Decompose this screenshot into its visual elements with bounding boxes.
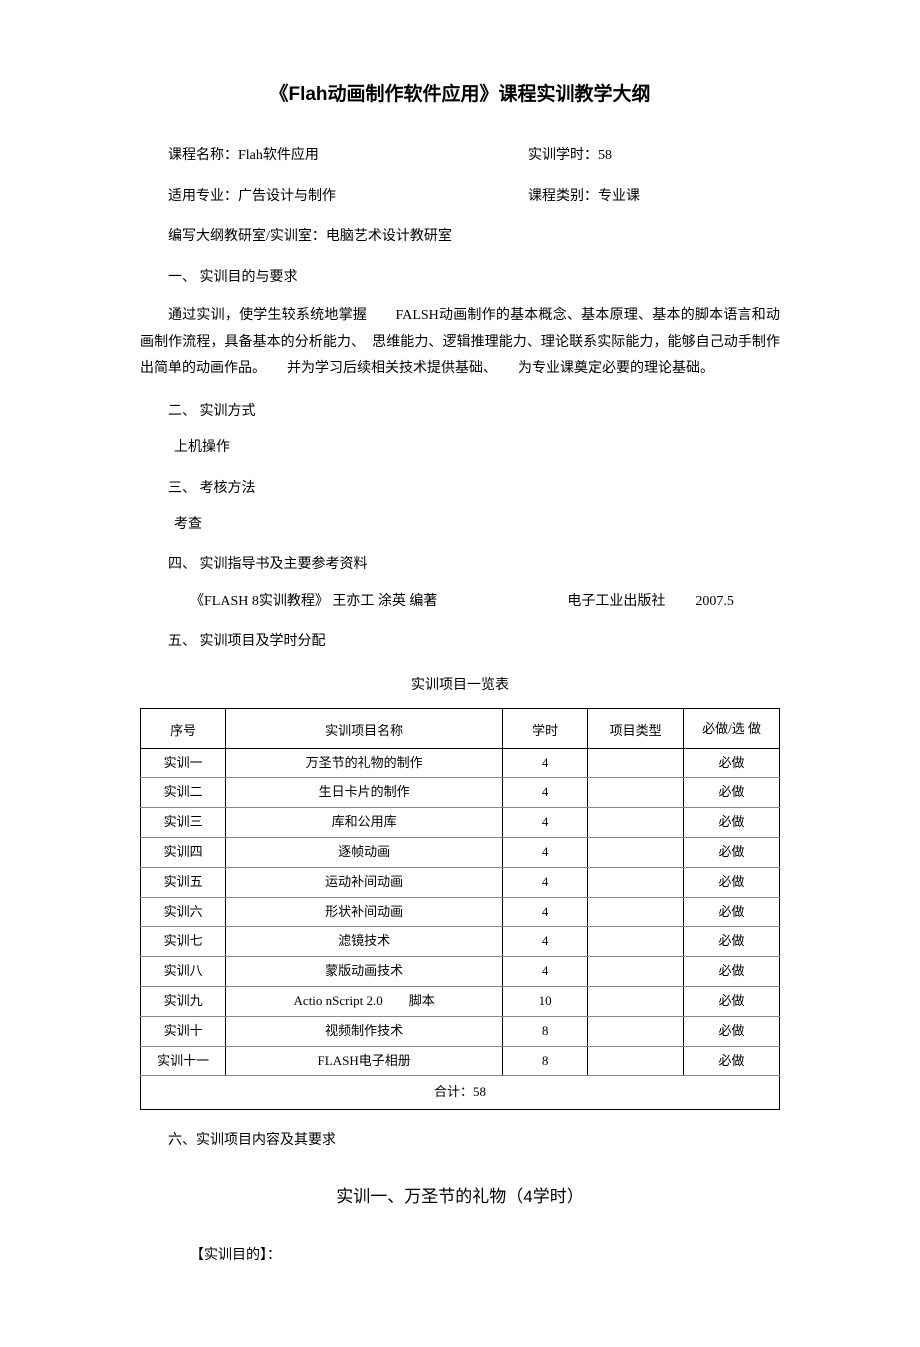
- major: 适用专业：广告设计与制作: [168, 186, 528, 208]
- table-cell: 4: [503, 778, 588, 808]
- training-hours: 实训学时：58: [528, 145, 780, 167]
- table-cell: 库和公用库: [226, 808, 503, 838]
- table-cell: [588, 957, 684, 987]
- table-cell: [588, 1016, 684, 1046]
- table-header-row: 序号 实训项目名称 学时 项目类型 必做/选 做: [141, 708, 780, 748]
- table-caption: 实训项目一览表: [140, 673, 780, 695]
- table-row: 实训十一FLASH电子相册8 必做: [141, 1046, 780, 1076]
- table-row: 实训三库和公用库4 必做: [141, 808, 780, 838]
- training-1-title: 实训一、万圣节的礼物（4学时）: [140, 1183, 780, 1210]
- table-row: 实训四逐帧动画4 必做: [141, 838, 780, 868]
- table-cell: 形状补间动画: [226, 897, 503, 927]
- meta-row-1: 课程名称：Flah软件应用 实训学时：58: [140, 145, 780, 167]
- table-row: 实训八蒙版动画技术4 必做: [141, 957, 780, 987]
- table-cell: [588, 927, 684, 957]
- table-cell: 必做: [684, 987, 780, 1017]
- table-cell: 4: [503, 838, 588, 868]
- table-cell: [588, 778, 684, 808]
- table-cell: 实训六: [141, 897, 226, 927]
- ref-date: 2007.5: [695, 594, 734, 609]
- section-3-body: 考查: [140, 514, 780, 536]
- table-row: 实训六形状补间动画4 必做: [141, 897, 780, 927]
- training-table: 序号 实训项目名称 学时 项目类型 必做/选 做 实训一万圣节的礼物的制作4必做…: [140, 708, 780, 1110]
- th-name: 实训项目名称: [226, 708, 503, 748]
- office: 编写大纲教研室/实训室：电脑艺术设计教研室: [140, 226, 780, 248]
- meta-row-2: 适用专业：广告设计与制作 课程类别：专业课: [140, 186, 780, 208]
- th-type: 项目类型: [588, 708, 684, 748]
- section-3-head: 三、 考核方法: [140, 478, 780, 500]
- table-cell: 蒙版动画技术: [226, 957, 503, 987]
- table-cell: Actio nScript 2.0 脚本: [226, 987, 503, 1017]
- table-cell: [588, 748, 684, 778]
- section-5-head: 五、 实训项目及学时分配: [140, 631, 780, 653]
- table-cell: 必做: [684, 867, 780, 897]
- table-cell: 运动补间动画: [226, 867, 503, 897]
- table-row: 实训五运动补间动画4 必做: [141, 867, 780, 897]
- table-cell: [588, 808, 684, 838]
- table-cell: 8: [503, 1046, 588, 1076]
- table-cell: FLASH电子相册: [226, 1046, 503, 1076]
- th-index: 序号: [141, 708, 226, 748]
- table-cell: 实训九: [141, 987, 226, 1017]
- table-row: 实训九Actio nScript 2.0 脚本10 必做: [141, 987, 780, 1017]
- table-cell: 4: [503, 867, 588, 897]
- table-cell: 实训五: [141, 867, 226, 897]
- table-cell: 必做: [684, 1046, 780, 1076]
- table-cell: 实训十一: [141, 1046, 226, 1076]
- table-cell: [588, 897, 684, 927]
- table-row: 实训一万圣节的礼物的制作4 必做: [141, 748, 780, 778]
- table-total-row: 合计：58: [141, 1076, 780, 1110]
- section-1-body: 通过实训，使学生较系统地掌握 FALSH动画制作的基本概念、基本原理、基本的脚本…: [140, 303, 780, 383]
- table-cell: 4: [503, 927, 588, 957]
- table-cell: 生日卡片的制作: [226, 778, 503, 808]
- table-cell: 万圣节的礼物的制作: [226, 748, 503, 778]
- table-cell: 8: [503, 1016, 588, 1046]
- table-cell: 实训十: [141, 1016, 226, 1046]
- table-cell: 4: [503, 897, 588, 927]
- table-cell: 逐帧动画: [226, 838, 503, 868]
- table-cell: 必做: [684, 957, 780, 987]
- table-cell: 实训四: [141, 838, 226, 868]
- table-row: 实训十视频制作技术8 必做: [141, 1016, 780, 1046]
- table-cell: 必做: [684, 808, 780, 838]
- table-cell: [588, 987, 684, 1017]
- table-cell: [588, 1046, 684, 1076]
- section-2-head: 二、 实训方式: [140, 401, 780, 423]
- table-row: 实训七滤镜技术4 必做: [141, 927, 780, 957]
- ref-book: 《FLASH 8实训教程》 王亦工 涂英 编著: [190, 594, 437, 609]
- table-cell: 必做: [684, 748, 780, 778]
- th-hours: 学时: [503, 708, 588, 748]
- table-cell: 10: [503, 987, 588, 1017]
- table-row: 实训二生日卡片的制作4 必做: [141, 778, 780, 808]
- section-6-head: 六、实训项目内容及其要求: [140, 1130, 780, 1152]
- table-cell: 实训八: [141, 957, 226, 987]
- table-cell: 必做: [684, 897, 780, 927]
- doc-title: 《Flah动画制作软件应用》课程实训教学大纲: [140, 80, 780, 110]
- table-cell: 必做: [684, 1016, 780, 1046]
- reference-line: 《FLASH 8实训教程》 王亦工 涂英 编著 电子工业出版社 2007.5: [140, 591, 780, 613]
- table-cell: 实训一: [141, 748, 226, 778]
- ref-publisher: 电子工业出版社: [567, 594, 665, 609]
- table-cell: 4: [503, 748, 588, 778]
- table-cell: 视频制作技术: [226, 1016, 503, 1046]
- th-req: 必做/选 做: [684, 708, 780, 748]
- table-cell: 必做: [684, 778, 780, 808]
- training-objective-head: 【实训目的】：: [140, 1245, 780, 1267]
- section-4-head: 四、 实训指导书及主要参考资料: [140, 554, 780, 576]
- table-cell: 滤镜技术: [226, 927, 503, 957]
- table-cell: [588, 867, 684, 897]
- table-total-cell: 合计：58: [141, 1076, 780, 1110]
- table-cell: 必做: [684, 927, 780, 957]
- table-cell: [588, 838, 684, 868]
- course-category: 课程类别：专业课: [528, 186, 780, 208]
- section-1-head: 一、 实训目的与要求: [140, 267, 780, 289]
- table-cell: 实训二: [141, 778, 226, 808]
- table-cell: 4: [503, 957, 588, 987]
- table-cell: 实训三: [141, 808, 226, 838]
- table-cell: 4: [503, 808, 588, 838]
- course-name: 课程名称：Flah软件应用: [168, 145, 528, 167]
- table-cell: 必做: [684, 838, 780, 868]
- section-2-body: 上机操作: [140, 437, 780, 459]
- table-cell: 实训七: [141, 927, 226, 957]
